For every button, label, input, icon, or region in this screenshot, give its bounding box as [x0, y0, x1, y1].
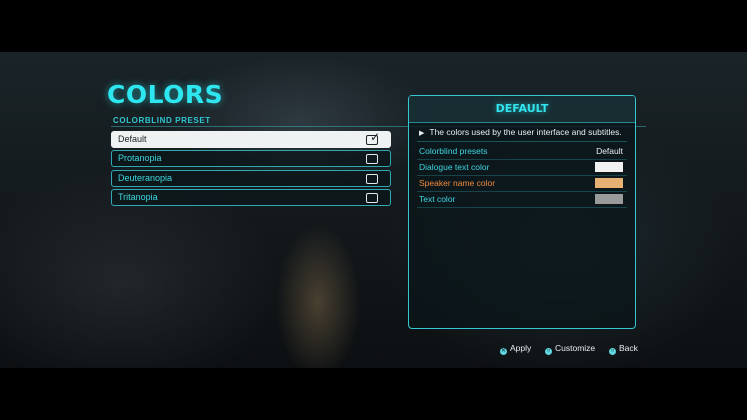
- preset-list: Default ✓ Protanopia Deuteranopia Tritan…: [111, 130, 391, 209]
- preset-option-default[interactable]: Default ✓: [111, 130, 391, 148]
- preset-option-protanopia[interactable]: Protanopia: [111, 150, 391, 168]
- apply-label: Apply: [510, 343, 532, 353]
- preset-option-tritanopia[interactable]: Tritanopia: [111, 189, 391, 207]
- checkbox-icon: [366, 173, 378, 184]
- row-label: Text color: [419, 194, 456, 204]
- panel-header: DEFAULT: [409, 96, 635, 123]
- triangle-right-icon: ▶: [419, 130, 425, 137]
- customize-button[interactable]: ○ Customize: [545, 343, 595, 355]
- color-swatch: [595, 178, 623, 188]
- back-label: Back: [619, 343, 638, 353]
- color-settings-list: Colorblind presets Default Dialogue text…: [417, 144, 627, 208]
- back-button[interactable]: ○ Back: [609, 343, 638, 355]
- panel-title: DEFAULT: [495, 102, 549, 115]
- panel-description: ▶ The colors used by the user interface a…: [419, 127, 622, 137]
- checkmark-icon: ✓: [369, 130, 380, 144]
- row-label: Speaker name color: [419, 178, 496, 188]
- color-swatch: [595, 162, 623, 172]
- preset-label: Protanopia: [118, 153, 162, 164]
- checkbox-icon: [366, 193, 378, 204]
- color-swatch: [595, 194, 623, 204]
- cross-button-icon: ✕: [500, 348, 507, 355]
- preset-option-deuteranopia[interactable]: Deuteranopia: [111, 169, 391, 187]
- circle-button-icon: ○: [545, 348, 552, 355]
- page-title: COLORS: [107, 80, 224, 109]
- row-colorblind-presets: Colorblind presets Default: [417, 144, 627, 160]
- preset-label: Deuteranopia: [118, 172, 173, 183]
- row-dialogue-text-color: Dialogue text color: [417, 160, 627, 176]
- row-label: Dialogue text color: [419, 162, 490, 172]
- panel-divider: [417, 141, 627, 142]
- description-text: The colors used by the user interface an…: [429, 127, 622, 137]
- checkbox-icon: [366, 154, 378, 165]
- preset-label: Default: [118, 134, 147, 144]
- letterbox-top: [0, 0, 747, 52]
- circle-button-icon: ○: [609, 348, 616, 355]
- apply-button[interactable]: ✕ Apply: [500, 343, 531, 355]
- preset-label: Tritanopia: [118, 192, 158, 203]
- row-label: Colorblind presets: [419, 146, 488, 156]
- letterbox-bottom: [0, 368, 747, 420]
- row-value: Default: [596, 146, 623, 156]
- row-speaker-name-color: Speaker name color: [417, 176, 627, 192]
- row-text-color: Text color: [417, 192, 627, 208]
- customize-label: Customize: [555, 343, 596, 353]
- detail-panel: DEFAULT ▶ The colors used by the user int…: [408, 95, 636, 329]
- section-label: COLORBLIND PRESET: [113, 116, 211, 125]
